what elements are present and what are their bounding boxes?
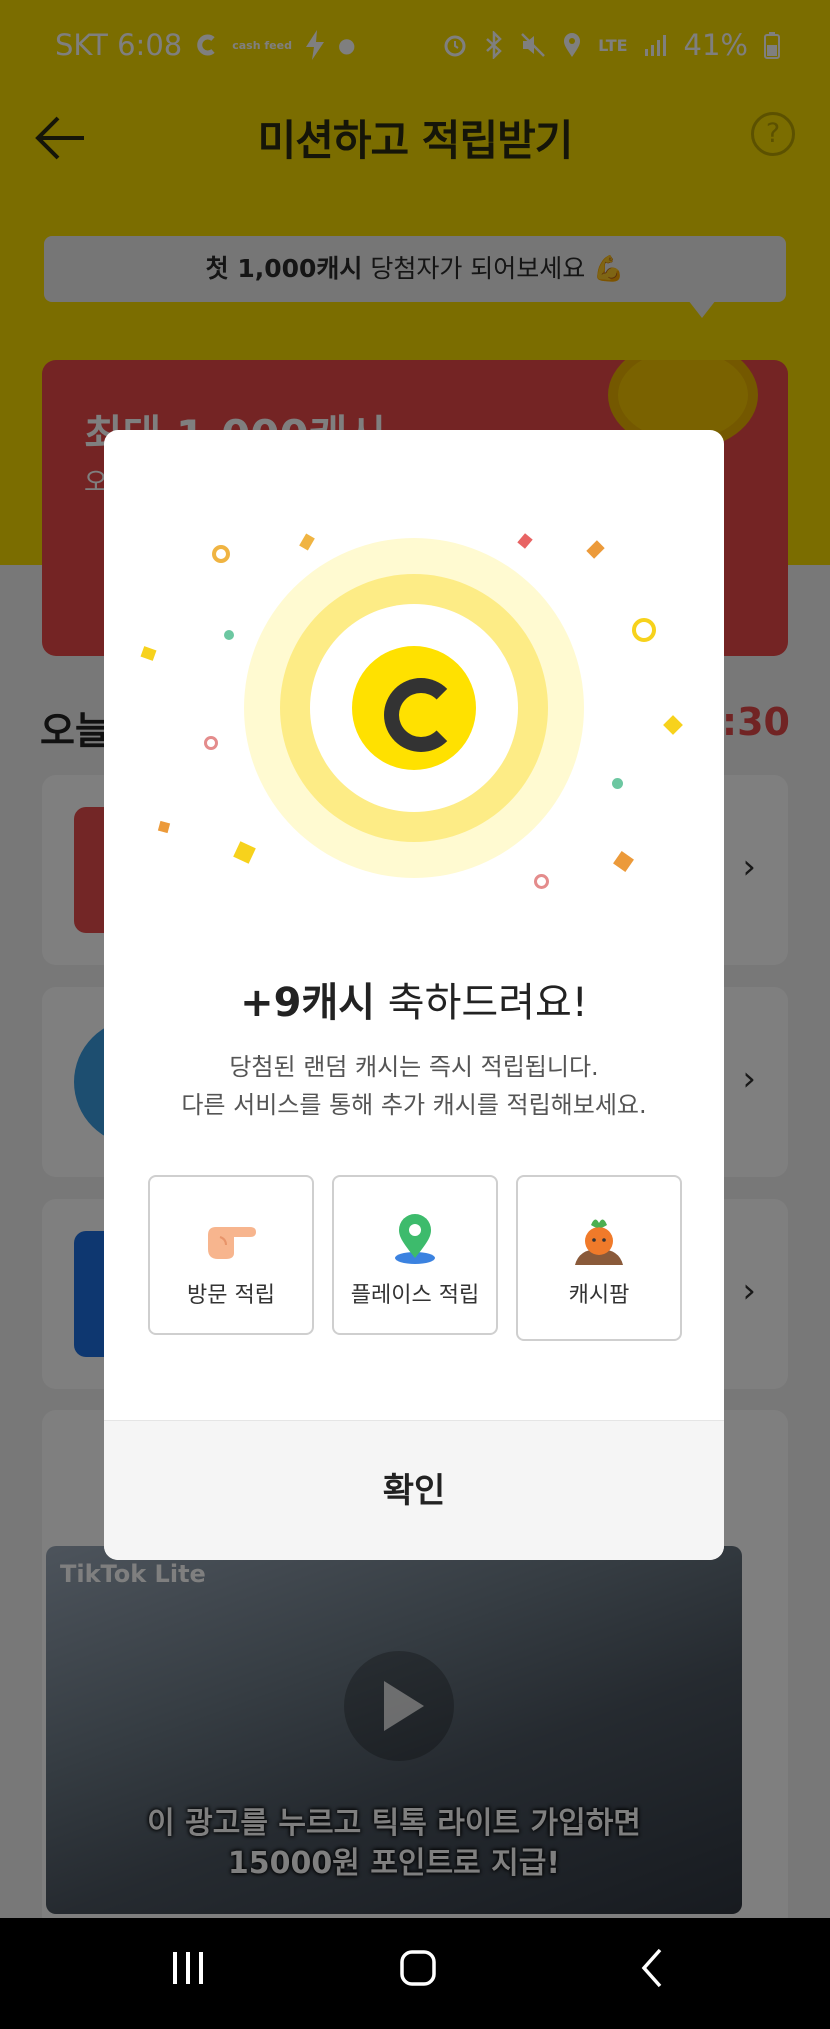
reward-modal: +9캐시 축하드려요! 당첨된 랜덤 캐시는 즉시 적립됩니다. 다른 서비스를… <box>104 430 724 1560</box>
desc-line1: 당첨된 랜덤 캐시는 즉시 적립됩니다. <box>229 1053 599 1081</box>
confetti <box>233 841 256 864</box>
back-nav-button[interactable] <box>622 1948 682 1998</box>
carrot-icon <box>575 1219 623 1265</box>
map-pin-icon <box>395 1214 435 1264</box>
home-button[interactable] <box>388 1948 448 1998</box>
option-label: 캐시팜 <box>568 1283 630 1308</box>
confetti <box>663 715 683 735</box>
home-icon <box>400 1950 436 1986</box>
visit-reward-button[interactable]: 방문 적립 <box>148 1175 314 1335</box>
cash-farm-button[interactable]: 캐시팜 <box>516 1175 682 1341</box>
confetti <box>612 778 623 789</box>
confetti <box>613 851 634 872</box>
confetti <box>299 533 315 551</box>
modal-description: 당첨된 랜덤 캐시는 즉시 적립됩니다. 다른 서비스를 통해 추가 캐시를 적… <box>104 1048 724 1124</box>
confetti <box>212 545 230 563</box>
cash-coin-icon <box>352 646 476 770</box>
recent-apps-icon <box>173 1952 203 1984</box>
confirm-button[interactable]: 확인 <box>104 1421 724 1560</box>
congrats-text: 축하드려요! <box>375 980 588 1026</box>
coin-illustration <box>104 430 724 930</box>
recent-apps-button[interactable] <box>158 1948 218 1998</box>
confetti <box>517 533 533 549</box>
confetti <box>534 874 549 889</box>
desc-line2: 다른 서비스를 통해 추가 캐시를 적립해보세요. <box>181 1091 647 1119</box>
reward-amount: +9캐시 <box>240 980 376 1026</box>
modal-footer: 확인 <box>104 1420 724 1560</box>
confetti <box>157 820 171 834</box>
confetti <box>632 618 656 642</box>
option-label: 플레이스 적립 <box>350 1283 480 1308</box>
place-reward-button[interactable]: 플레이스 적립 <box>332 1175 498 1335</box>
system-nav-bar <box>0 1918 830 2029</box>
chevron-left-icon <box>641 1948 662 1988</box>
modal-heading: +9캐시 축하드려요! <box>104 970 724 1028</box>
option-label: 방문 적립 <box>187 1283 275 1308</box>
confetti <box>586 540 605 559</box>
mission-page: SKT 6:08 cash feed ● LTE 41% 미션하고 적립받기 ?… <box>0 0 830 2029</box>
confetti <box>224 630 234 640</box>
confetti <box>140 646 157 661</box>
confetti <box>204 736 218 750</box>
pointing-hand-icon <box>208 1227 256 1259</box>
